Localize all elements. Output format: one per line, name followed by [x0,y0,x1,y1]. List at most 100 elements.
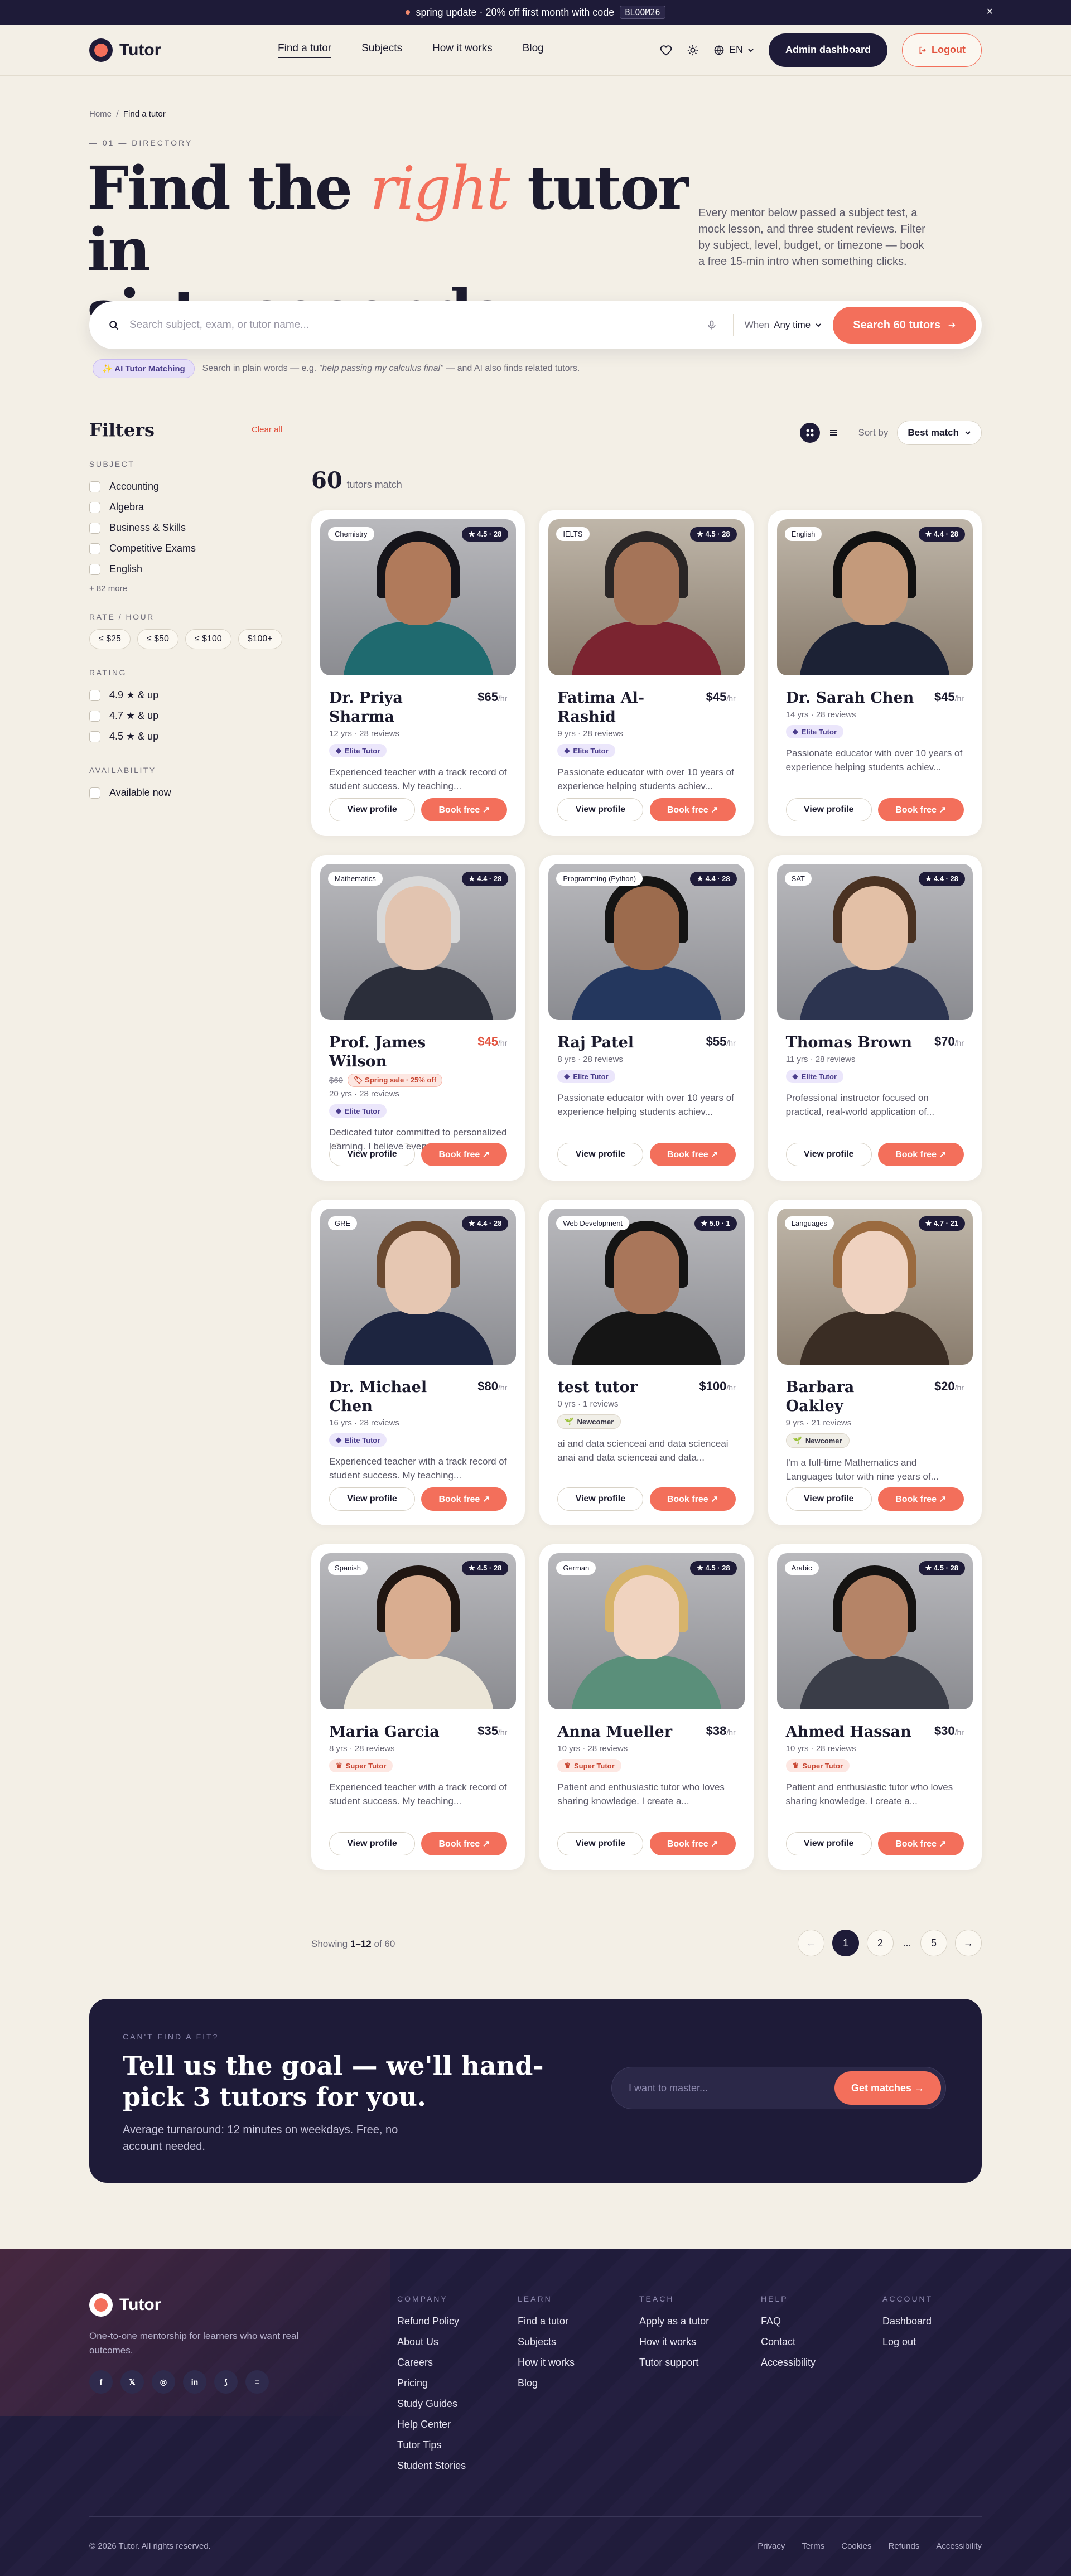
book-free-button[interactable]: Book free ↗ [649,1143,736,1166]
goal-input[interactable]: I want to master... [629,2082,834,2094]
tutor-card-maria-garcia[interactable]: Spanish ★ 4.5 · 28 Maria Garcia 8 yrs · … [311,1544,525,1870]
brand-logo[interactable]: Tutor [89,38,161,62]
close-promo-button[interactable]: × [986,6,993,18]
tutor-name[interactable]: Maria Garcia [329,1723,457,1742]
book-free-button[interactable]: Book free ↗ [421,1143,508,1166]
get-matches-button[interactable]: Get matches → [834,2071,941,2105]
filter-subject-business[interactable]: Business & Skills [89,518,288,538]
admin-dashboard-button[interactable]: Admin dashboard [769,33,888,67]
view-profile-button[interactable]: View profile [557,1832,644,1855]
legal-link[interactable]: Refunds [888,2541,919,2551]
nav-link-subjects[interactable]: Subjects [361,42,402,58]
nav-link-blog[interactable]: Blog [523,42,544,58]
tutor-photo[interactable]: Web Development ★ 5.0 · 1 [548,1209,745,1365]
search-input[interactable]: Search subject, exam, or tutor name... [129,319,706,331]
filter-rating-4-9[interactable]: 4.9 ★ & up [89,685,288,705]
search-submit-button[interactable]: Search 60 tutors [833,307,976,344]
footer-link[interactable]: Student Stories [397,2460,466,2472]
prev-page-button[interactable]: ← [798,1930,824,1956]
footer-logo[interactable]: Tutor [89,2293,161,2317]
tutor-photo[interactable]: Arabic ★ 4.5 · 28 [776,1553,973,1709]
view-profile-button[interactable]: View profile [785,798,872,821]
book-free-button[interactable]: Book free ↗ [878,1487,964,1511]
filter-rating-4-7[interactable]: 4.7 ★ & up [89,705,288,726]
view-profile-button[interactable]: View profile [785,1832,872,1855]
rss-icon[interactable]: ⟆ [214,2370,238,2394]
checkbox[interactable] [89,563,100,575]
linkedin-icon[interactable]: in [183,2370,206,2394]
footer-link[interactable]: Careers [397,2357,466,2369]
tutor-photo[interactable]: Languages ★ 4.7 · 21 [776,1209,973,1365]
breadcrumb-home[interactable]: Home [89,109,112,119]
tutor-card-anna-mueller[interactable]: German ★ 4.5 · 28 Anna Mueller 10 yrs · … [539,1544,754,1870]
rate-chip[interactable]: ≤ $25 [89,629,131,649]
legal-link[interactable]: Terms [802,2541,824,2551]
book-free-button[interactable]: Book free ↗ [421,798,508,821]
x-twitter-icon[interactable]: 𝕏 [120,2370,144,2394]
legal-link[interactable]: Privacy [758,2541,785,2551]
filter-subject-algebra[interactable]: Algebra [89,497,288,518]
view-profile-button[interactable]: View profile [329,1487,415,1511]
footer-link[interactable]: Help Center [397,2419,466,2430]
language-select[interactable]: EN [713,44,754,56]
footer-link[interactable]: Apply as a tutor [639,2316,709,2327]
footer-link[interactable]: How it works [639,2336,709,2348]
menu-icon[interactable]: ≡ [245,2370,269,2394]
checkbox[interactable] [89,481,100,492]
tutor-photo[interactable]: GRE ★ 4.4 · 28 [320,1209,517,1365]
tutor-card-raj-patel[interactable]: Programming (Python) ★ 4.4 · 28 Raj Pate… [539,855,754,1181]
book-free-button[interactable]: Book free ↗ [421,1487,508,1511]
filter-rating-4-5[interactable]: 4.5 ★ & up [89,726,288,747]
tutor-photo[interactable]: Programming (Python) ★ 4.4 · 28 [548,864,745,1020]
heart-icon[interactable] [660,44,672,56]
rate-chip[interactable]: $100+ [238,629,282,649]
checkbox[interactable] [89,501,100,513]
nav-link-find-tutor[interactable]: Find a tutor [278,42,332,58]
tutor-card-test-tutor[interactable]: Web Development ★ 5.0 · 1 test tutor 0 y… [539,1200,754,1525]
checkbox[interactable] [89,689,100,701]
book-free-button[interactable]: Book free ↗ [649,1487,736,1511]
rate-chip[interactable]: ≤ $50 [137,629,178,649]
tutor-name[interactable]: Barbara Oakley [786,1378,914,1416]
tutor-photo[interactable]: German ★ 4.5 · 28 [548,1553,745,1709]
clear-filters-link[interactable]: Clear all [252,425,282,434]
book-free-button[interactable]: Book free ↗ [649,1832,736,1855]
tutor-name[interactable]: Thomas Brown [786,1033,914,1052]
checkbox[interactable] [89,710,100,722]
next-page-button[interactable]: → [955,1930,982,1956]
footer-link[interactable]: Pricing [397,2377,466,2389]
tutor-photo[interactable]: English ★ 4.4 · 28 [776,519,973,675]
view-profile-button[interactable]: View profile [329,1143,415,1166]
tutor-name[interactable]: test tutor [557,1378,686,1397]
book-free-button[interactable]: Book free ↗ [878,1832,964,1855]
instagram-icon[interactable]: ◎ [152,2370,175,2394]
legal-link[interactable]: Accessibility [936,2541,982,2551]
footer-link[interactable]: Contact [761,2336,816,2348]
footer-link[interactable]: About Us [397,2336,466,2348]
tutor-card-ahmed-hassan[interactable]: Arabic ★ 4.5 · 28 Ahmed Hassan 10 yrs · … [768,1544,982,1870]
tutor-photo[interactable]: Chemistry ★ 4.5 · 28 [320,519,517,675]
view-profile-button[interactable]: View profile [557,1143,644,1166]
sort-select[interactable]: Best match [897,421,982,445]
tutor-card-thomas-brown[interactable]: SAT ★ 4.4 · 28 Thomas Brown 11 yrs · 28 … [768,855,982,1181]
footer-link[interactable]: Subjects [518,2336,575,2348]
checkbox[interactable] [89,522,100,534]
tutor-name[interactable]: Dr. Sarah Chen [786,689,914,708]
checkbox[interactable] [89,787,100,799]
microphone-icon[interactable] [706,320,717,331]
footer-link[interactable]: Accessibility [761,2357,816,2369]
book-free-button[interactable]: Book free ↗ [878,798,964,821]
tutor-name[interactable]: Prof. James Wilson [329,1033,441,1071]
tutor-card-barbara-oakley[interactable]: Languages ★ 4.7 · 21 Barbara Oakley 9 yr… [768,1200,982,1525]
more-subjects-link[interactable]: + 82 more [89,584,288,593]
tutor-photo[interactable]: SAT ★ 4.4 · 28 [776,864,973,1020]
tutor-name[interactable]: Raj Patel [557,1033,686,1052]
view-profile-button[interactable]: View profile [785,1143,872,1166]
facebook-icon[interactable]: f [89,2370,113,2394]
footer-link[interactable]: FAQ [761,2316,816,2327]
footer-link[interactable]: Refund Policy [397,2316,466,2327]
footer-link[interactable]: Log out [882,2336,933,2348]
page-button[interactable]: 2 [867,1930,894,1956]
tutor-name[interactable]: Dr. Priya Sharma [329,689,457,727]
legal-link[interactable]: Cookies [841,2541,871,2551]
